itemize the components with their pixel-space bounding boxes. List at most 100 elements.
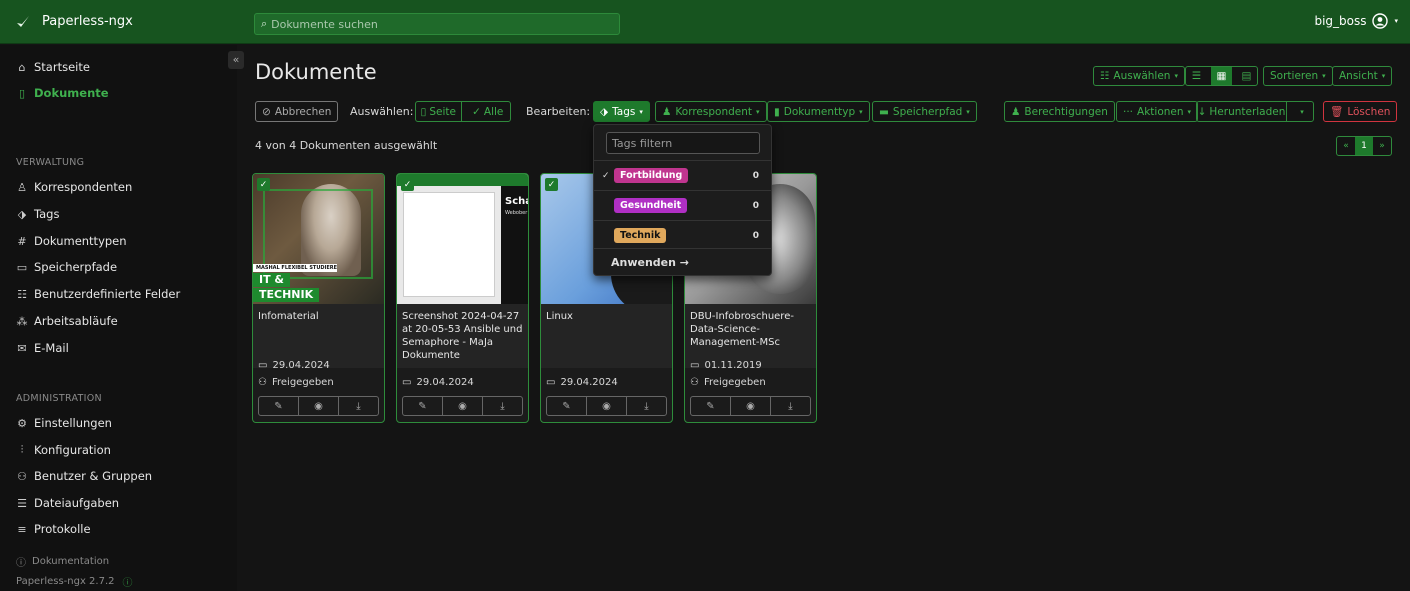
document-date: ▭ 29.04.2024 <box>546 377 618 388</box>
cancel-label: Abbrechen <box>274 105 332 118</box>
edit-icon[interactable]: ✎ <box>403 397 443 415</box>
sidebar-item-label: Benutzer & Gruppen <box>34 469 153 483</box>
preview-eye-icon[interactable]: ◉ <box>731 397 771 415</box>
pagination-page[interactable]: 1 <box>1355 137 1373 155</box>
question-circle-icon: ⓘ <box>16 558 26 569</box>
select-all-button[interactable]: ✓ Alle <box>466 106 511 118</box>
tags-button[interactable]: ⬗ Tags ▾ <box>593 101 650 122</box>
download-icon[interactable]: ⤓ <box>627 397 666 415</box>
sidebar-version: Paperless-ngx 2.7.2 ⓘ <box>16 574 133 589</box>
search-box[interactable]: ⌕ <box>254 13 620 35</box>
download-icon[interactable]: ⤓ <box>771 397 810 415</box>
download-button[interactable]: ↓ Herunterladen <box>1197 102 1287 121</box>
doctype-button[interactable]: ▮ Dokumenttyp ▾ <box>767 101 870 122</box>
document-card[interactable]: Scha Webober ✓ Screenshot 2024-04-27 at … <box>396 173 529 423</box>
chevron-down-icon: ▾ <box>1381 72 1386 80</box>
fields-icon: ☷ <box>17 287 27 301</box>
download-group: ↓ Herunterladen ▾ <box>1196 101 1314 122</box>
tag-count: 0 <box>752 230 759 241</box>
sidebar-item-startseite[interactable]: ⌂ Startseite <box>16 60 90 74</box>
tag-option-fortbildung[interactable]: ✓ Fortbildung 0 <box>594 160 771 190</box>
sidebar-collapse-button[interactable]: « <box>228 51 244 69</box>
tag-option-technik[interactable]: Technik 0 <box>594 220 771 250</box>
check-icon: ✓ <box>547 179 556 190</box>
section-label-verwaltung: VERWALTUNG <box>16 157 85 168</box>
sort-button[interactable]: Sortieren ▾ <box>1263 66 1333 86</box>
calendar-icon: ▭ <box>546 377 556 388</box>
actions-button[interactable]: ··· Aktionen ▾ <box>1116 101 1199 122</box>
document-select-checkbox[interactable]: ✓ <box>257 178 270 191</box>
document-title[interactable]: Screenshot 2024-04-27 at 20-05-53 Ansibl… <box>402 310 524 362</box>
document-actions: ✎ ◉ ⤓ <box>402 396 523 416</box>
sidebar-item-dokumenttypen[interactable]: # Dokumenttypen <box>16 234 127 248</box>
document-thumbnail[interactable]: MASHAL FLEXIBEL STUDIEREN IT & TECHNIK <box>253 174 384 304</box>
sidebar-item-label: Dokumenttypen <box>34 234 127 248</box>
list-view-icon[interactable]: ☰ <box>1186 70 1207 82</box>
thumbnail-banner-small: MASHAL FLEXIBEL STUDIEREN <box>253 264 337 272</box>
document-select-checkbox[interactable]: ✓ <box>401 178 414 191</box>
sidebar-item-label: Arbeitsabläufe <box>34 314 118 328</box>
info-circle-icon[interactable]: ⓘ <box>123 574 133 589</box>
permissions-button[interactable]: ♟ Berechtigungen <box>1004 101 1115 122</box>
sidebar-item-arbeitsablaeufe[interactable]: ⁂ Arbeitsabläufe <box>16 314 118 328</box>
document-date: ▭ 29.04.2024 <box>402 377 474 388</box>
document-actions: ✎ ◉ ⤓ <box>690 396 811 416</box>
document-title[interactable]: Linux <box>546 310 668 323</box>
page-title: Dokumente <box>255 60 377 84</box>
edit-icon[interactable]: ✎ <box>691 397 731 415</box>
download-icon[interactable]: ⤓ <box>483 397 522 415</box>
storagepath-button[interactable]: ▬ Speicherpfad ▾ <box>872 101 977 122</box>
preview-eye-icon[interactable]: ◉ <box>299 397 339 415</box>
sidebar-item-konfiguration[interactable]: ⫶ Konfiguration <box>16 443 111 457</box>
delete-button[interactable]: 🗑 Löschen <box>1323 101 1398 122</box>
pagination: « 1 » <box>1336 136 1392 156</box>
sidebar-item-email[interactable]: ✉ E-Mail <box>16 341 68 355</box>
check-icon: ✓ <box>602 170 610 181</box>
download-icon[interactable]: ⤓ <box>339 397 378 415</box>
sidebar-item-label: Benutzerdefinierte Felder <box>34 287 181 301</box>
sidebar-item-benutzerdefinierte-felder[interactable]: ☷ Benutzerdefinierte Felder <box>16 287 180 301</box>
user-menu[interactable]: big_boss ▾ <box>1314 13 1398 29</box>
tag-option-gesundheit[interactable]: Gesundheit 0 <box>594 190 771 220</box>
document-card[interactable]: MASHAL FLEXIBEL STUDIEREN IT & TECHNIK ✓… <box>252 173 385 423</box>
sidebar-item-tags[interactable]: ⬗ Tags <box>16 207 60 221</box>
sidebar-item-dateiaufgaben[interactable]: ☰ Dateiaufgaben <box>16 496 119 510</box>
cancel-selection-button[interactable]: ⊘ Abbrechen <box>255 101 339 122</box>
sort-label: Sortieren <box>1270 70 1319 82</box>
details-view-icon[interactable]: ▤ <box>1236 70 1257 82</box>
edit-icon[interactable]: ✎ <box>259 397 299 415</box>
sidebar-item-benutzer-gruppen[interactable]: ⚇ Benutzer & Gruppen <box>16 469 152 483</box>
document-select-checkbox[interactable]: ✓ <box>545 178 558 191</box>
folder-icon: ▭ <box>16 260 28 274</box>
search-input[interactable] <box>271 17 602 31</box>
sliders-icon: ⫶ <box>20 443 24 456</box>
document-thumbnail[interactable]: Scha Webober <box>397 174 528 304</box>
sidebar-item-dokumente[interactable]: ▯ Dokumente <box>16 86 109 100</box>
sidebar-item-korrespondenten[interactable]: ♙ Korrespondenten <box>16 180 132 194</box>
document-title[interactable]: DBU-Infobroschuere-Data-Science-Manageme… <box>690 310 812 349</box>
document-title[interactable]: Infomaterial <box>258 310 380 323</box>
apply-button[interactable]: Anwenden → <box>611 256 689 269</box>
envelope-icon: ✉ <box>17 341 27 355</box>
preview-eye-icon[interactable]: ◉ <box>443 397 483 415</box>
edit-icon[interactable]: ✎ <box>547 397 587 415</box>
app-brand[interactable]: Paperless-ngx <box>0 14 237 29</box>
tags-filter-input[interactable]: Tags filtern <box>606 132 760 154</box>
thumbnail-banner-line1: IT & <box>253 273 291 287</box>
correspondent-button[interactable]: ♟ Korrespondent ▾ <box>655 101 767 122</box>
grid-view-icon[interactable]: ▦ <box>1211 67 1232 85</box>
download-options-button[interactable]: ▾ <box>1291 108 1313 116</box>
chevron-down-icon: ▾ <box>1187 107 1192 116</box>
select-page-button[interactable]: ▯ Seite <box>416 102 462 121</box>
chevron-down-icon: ▾ <box>1322 72 1326 80</box>
select-menu-button[interactable]: ☷ Auswählen ▾ <box>1093 66 1185 86</box>
folder-icon: ▬ <box>879 105 889 118</box>
sidebar-item-protokolle[interactable]: ≡ Protokolle <box>16 522 90 536</box>
pagination-next[interactable]: » <box>1373 137 1391 155</box>
sidebar-item-einstellungen[interactable]: ⚙ Einstellungen <box>16 416 112 430</box>
sidebar-documentation-link[interactable]: ⓘ Dokumentation <box>16 554 109 569</box>
view-button[interactable]: Ansicht ▾ <box>1332 66 1393 86</box>
sidebar-item-speicherpfade[interactable]: ▭ Speicherpfade <box>16 260 117 274</box>
pagination-prev[interactable]: « <box>1337 137 1355 155</box>
preview-eye-icon[interactable]: ◉ <box>587 397 627 415</box>
